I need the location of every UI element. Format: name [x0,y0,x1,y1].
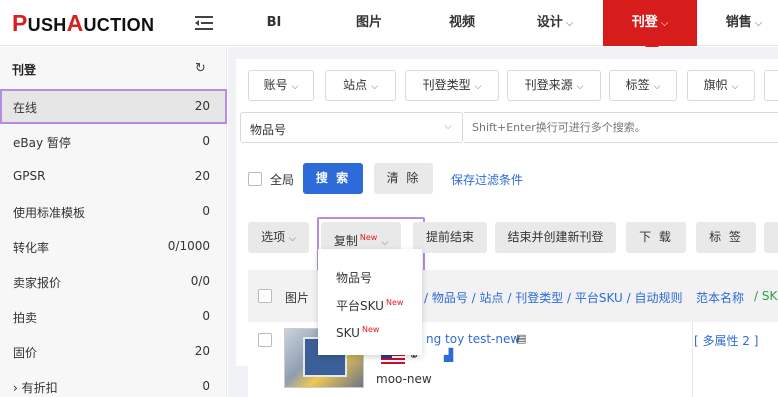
new-badge: New [361,325,380,334]
copy-menu-item-sku[interactable]: SKU New [336,325,379,340]
sidebar-item-ebay-paused[interactable]: eBay 暂停 0 [0,124,227,159]
refresh-icon[interactable]: ↻ [195,61,206,76]
chevron-down-icon: ⌵ [754,18,763,29]
sidebar-header: 刊登 ↻ [0,47,227,91]
clear-button[interactable]: 清 除 [374,163,433,194]
sidebar-item-label: 拍卖 [13,311,38,325]
end-early-button[interactable]: 提前结束 [413,222,487,253]
sidebar-item-count: 20 [194,344,210,358]
seller-account: moo-new [376,372,432,386]
row-checkbox[interactable] [258,333,272,347]
end-and-relist-button[interactable]: 结束并创建新刊登 [495,222,616,253]
sidebar-item-label: 使用标准模板 [13,206,86,220]
download-button[interactable]: 下 载 [626,222,686,253]
chevron-down-icon: ⌵ [565,18,574,29]
new-badge: New [385,298,404,307]
sidebar-item-count: 20 [194,99,210,113]
sidebar-item-count: 0 [202,309,210,323]
column-sku[interactable]: / SKU [754,289,778,303]
sidebar-item-auction[interactable]: 拍卖 0 [0,299,227,334]
nav-images[interactable]: 图片 [340,0,398,46]
chevron-down-icon: ⌵ [289,234,296,244]
chevron-down-icon: ⌵ [371,82,378,92]
search-button[interactable]: 搜 索 [303,163,363,194]
sidebar-item-conversion-rate[interactable]: 转化率 0/1000 [0,229,227,264]
sidebar-item-label: › 有折扣 [13,381,58,395]
sidebar-item-count: 0/1000 [167,239,210,253]
more-filter-button[interactable] [764,70,778,101]
more-actions-button[interactable] [764,222,778,253]
sidebar-item-count: 0 [202,204,210,218]
column-template-name[interactable]: 范本名称 [696,289,744,306]
sidebar-item-label: 转化率 [13,241,50,255]
sidebar-item-count: 0 [202,379,210,393]
copy-dropdown-menu: 物品号 平台SKU New SKU New [318,249,422,355]
nav-sales[interactable]: 销售 ⌵ [710,0,778,46]
main-content: 账号⌵ 站点⌵ 刊登类型⌵ 刊登来源⌵ 标签⌵ 旗帜⌵ 物品号 ⌵ 全局 搜 索… [228,47,778,397]
pushauction-logo[interactable]: PUSHAUCTION [12,10,154,37]
search-field-value: 物品号 [250,123,287,137]
sidebar-item-label: GPSR [13,169,46,183]
flag-filter-button[interactable]: 旗帜 ⌵ [687,70,755,101]
chevron-down-icon: ⌵ [731,82,739,92]
listing-type-filter-button[interactable]: 刊登类型 ⌵ [405,70,499,101]
sidebar-item-discounted[interactable]: › 有折扣 0 [0,369,227,397]
sidebar-item-count: 20 [194,169,210,183]
save-filter-link[interactable]: 保存过滤条件 [451,171,523,188]
sidebar-item-label: 卖家报价 [13,276,62,290]
column-image: 图片 [285,291,310,305]
sidebar-item-fixed-price[interactable]: 固价 20 [0,334,227,369]
site-filter-button[interactable]: 站点 ⌵ [325,70,396,101]
collapse-menu-icon[interactable] [194,13,214,33]
tag-filter-button[interactable]: 标签 ⌵ [609,70,677,101]
search-input[interactable] [464,112,778,143]
sidebar-item-label: 在线 [13,101,38,115]
sidebar-item-count: 0 [202,134,210,148]
chevron-down-icon: ⌵ [653,82,661,92]
sidebar-item-label: 固价 [13,346,38,360]
sidebar: 刊登 ↻ 在线 20 eBay 暂停 0 GPSR 20 使用标准模板 0 转化… [0,47,227,397]
sidebar-item-standard-template[interactable]: 使用标准模板 0 [0,194,227,229]
header-checkbox[interactable] [258,289,272,303]
search-field-select[interactable]: 物品号 ⌵ [240,112,463,143]
copy-menu-item-platform-sku[interactable]: 平台SKU New [336,297,403,314]
nav-bi[interactable]: BI [250,0,298,46]
chevron-down-icon: ⌵ [291,82,299,92]
listing-title-link[interactable]: ng toy test-new [426,332,520,346]
film-icon: ▤ [516,332,527,345]
chevron-down-icon: ⌵ [444,121,452,132]
chevron-down-icon: ⌵ [474,82,482,92]
listing-source-filter-button[interactable]: 刊登来源 ⌵ [507,70,601,101]
chart-icon[interactable]: ▟ [444,348,453,362]
column-divider [692,322,693,397]
tag-button[interactable]: 标 签 [696,222,756,253]
column-item-info[interactable]: / 物品号 / 站点 / 刊登类型 / 平台SKU / 自动规则 [424,289,683,306]
sidebar-title: 刊登 [12,63,37,77]
select-all-checkbox[interactable] [248,172,262,186]
sidebar-item-gpsr[interactable]: GPSR 20 [0,159,227,194]
select-all-label: 全局 [270,173,295,187]
nav-listing[interactable]: 刊登 ⌵ [603,0,697,46]
options-button[interactable]: 选项 ⌵ [248,222,309,253]
chevron-down-icon: ⌵ [576,82,584,92]
sidebar-item-seller-offer[interactable]: 卖家报价 0/0 [0,264,227,299]
sidebar-item-online[interactable]: 在线 20 [0,89,227,124]
copy-menu-item-item-id[interactable]: 物品号 [336,269,372,286]
sidebar-item-count: 0/0 [190,274,210,288]
top-navigation-bar: PUSHAUCTION BI 图片 视频 设计 ⌵ 刊登 ⌵ 销售 ⌵ [0,0,778,46]
account-filter-button[interactable]: 账号 ⌵ [248,70,314,101]
chevron-down-icon: ⌵ [660,18,669,29]
nav-videos[interactable]: 视频 [433,0,491,46]
variation-link[interactable]: [ 多属性 2 ] [694,332,758,349]
nav-design[interactable]: 设计 ⌵ [520,0,590,46]
sidebar-item-label: eBay 暂停 [13,136,71,150]
